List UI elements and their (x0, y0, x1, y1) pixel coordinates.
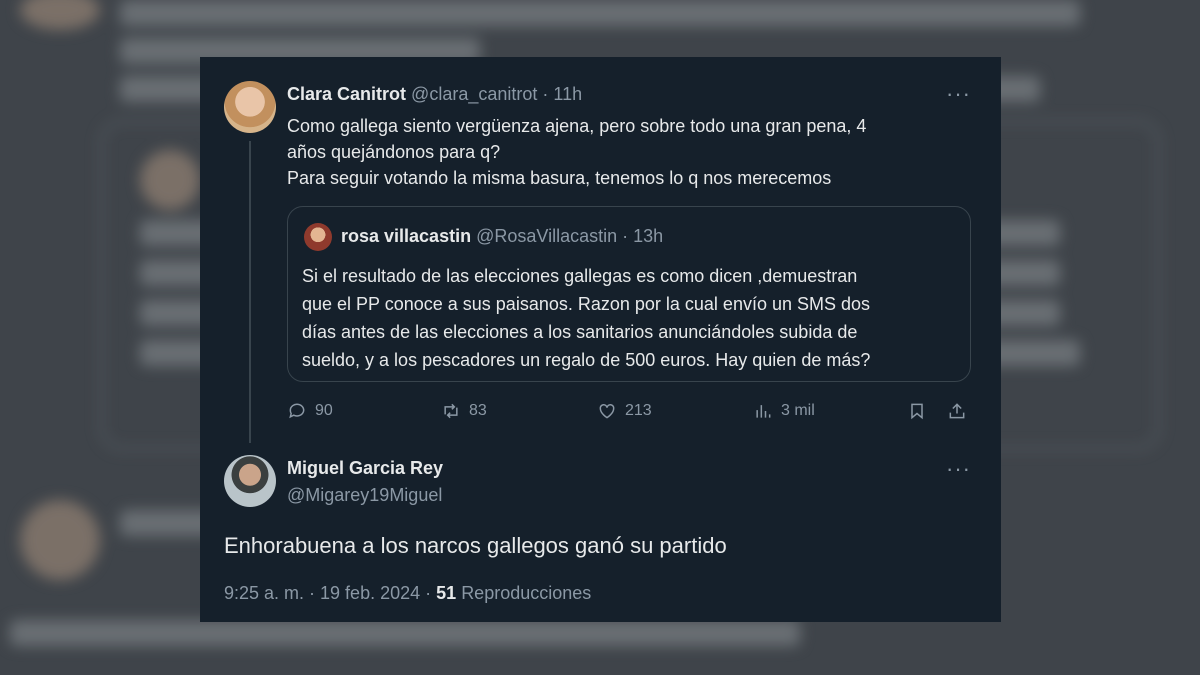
tweet-thread-card: Clara Canitrot @clara_canitrot · 11h ···… (200, 57, 1001, 622)
tweet-text-line: Como gallega siento vergüenza ajena, per… (287, 116, 867, 136)
views-count: 51 (436, 583, 457, 603)
like-count: 213 (625, 402, 652, 419)
tweet-text-line: años quejándonos para q? (287, 142, 501, 162)
quoted-avatar (304, 223, 332, 251)
quoted-text-line: sueldo, y a los pescadores un regalo de … (302, 350, 871, 370)
reply-avatar[interactable] (224, 455, 276, 507)
tweet-actions: 90 83 213 3 mil (287, 401, 971, 425)
avatar[interactable] (224, 81, 276, 133)
reply-tweet-text: Enhorabuena a los narcos gallegos ganó s… (224, 533, 727, 558)
retweet-icon (444, 403, 458, 419)
bookmark-button[interactable] (907, 401, 927, 421)
tweet-text-line: Para seguir votando la misma basura, ten… (287, 168, 832, 188)
quoted-tweet-time: 13h (633, 226, 664, 246)
quoted-text-line: que el PP conoce a sus paisanos. Razon p… (302, 294, 871, 314)
quoted-tweet[interactable]: rosa villacastin @RosaVillacastin · 13h … (287, 206, 971, 382)
thread-connector-line (249, 141, 251, 443)
tweet-timestamp[interactable]: 9:25 a. m. · 19 feb. 2024 · (224, 583, 431, 603)
views-label: Reproducciones (461, 583, 592, 603)
tweet-time[interactable]: 11h (553, 84, 582, 104)
quoted-text-line: Si el resultado de las elecciones galleg… (302, 266, 858, 286)
share-icon (949, 403, 965, 419)
bookmark-icon (911, 403, 923, 420)
share-button[interactable] (947, 401, 967, 421)
quoted-author-handle: @RosaVillacastin (476, 226, 618, 246)
reply-button[interactable]: 90 (287, 401, 333, 421)
reply-author-name[interactable]: Miguel Garcia Rey (287, 458, 443, 479)
more-icon[interactable]: ··· (946, 458, 971, 480)
reply-icon (289, 403, 305, 419)
author-handle[interactable]: @clara_canitrot (411, 84, 537, 104)
original-tweet-text: Como gallega siento vergüenza ajena, per… (287, 113, 866, 191)
retweet-count: 83 (469, 402, 487, 419)
like-button[interactable]: 213 (597, 401, 652, 421)
reply-author-handle[interactable]: @Migarey19Miguel (287, 485, 442, 506)
quoted-author-name: rosa villacastin (341, 226, 472, 246)
reply-count: 90 (315, 402, 333, 419)
views-count: 3 mil (781, 402, 815, 419)
tweet-metadata: 9:25 a. m. · 19 feb. 2024 · 51 Reproducc… (224, 583, 591, 604)
views-icon (756, 405, 771, 418)
separator: · (622, 226, 629, 246)
quoted-text-line: días antes de las elecciones a los sanit… (302, 322, 858, 342)
quoted-tweet-text: Si el resultado de las elecciones galleg… (302, 262, 870, 374)
retweet-button[interactable]: 83 (441, 401, 487, 421)
more-icon[interactable]: ··· (946, 83, 971, 105)
original-tweet-header: Clara Canitrot @clara_canitrot · 11h (287, 83, 582, 105)
separator: · (542, 84, 549, 104)
author-name[interactable]: Clara Canitrot (287, 84, 406, 104)
like-icon (599, 403, 615, 419)
quoted-tweet-header: rosa villacastin @RosaVillacastin · 13h (341, 225, 663, 247)
views-button[interactable]: 3 mil (753, 401, 815, 421)
